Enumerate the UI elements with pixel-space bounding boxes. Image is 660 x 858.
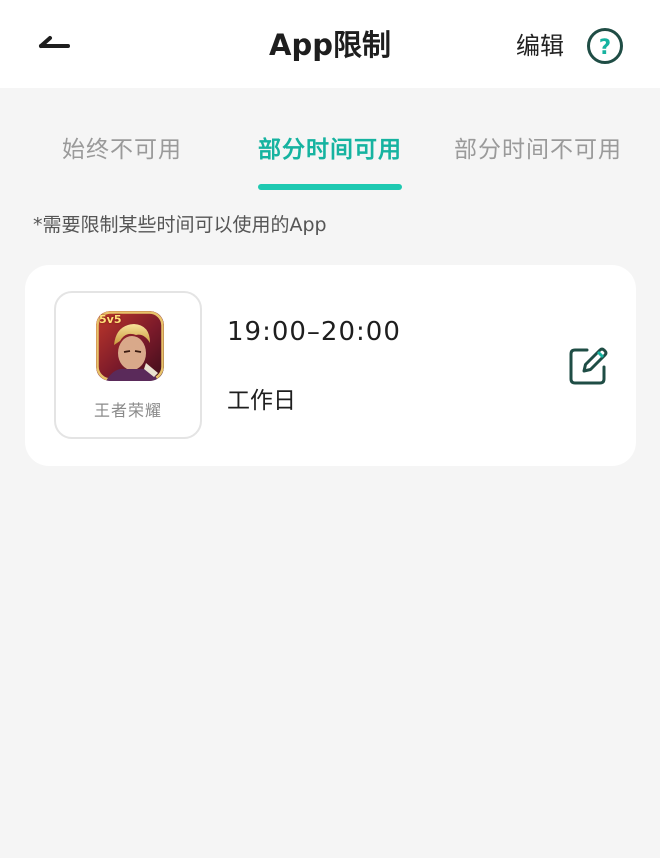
day-type: 工作日 <box>227 388 296 414</box>
app-tile[interactable]: 5v5 王者荣耀 <box>54 291 202 439</box>
app-name: 王者荣耀 <box>93 401 162 420</box>
tab-bar: 始终不可用 部分时间可用 部分时间不可用 <box>0 118 660 198</box>
back-button[interactable] <box>30 26 78 66</box>
hint-note: *需要限制某些时间可以使用的App <box>33 214 327 236</box>
help-button[interactable]: ? <box>586 27 624 65</box>
app-icon-badge: 5v5 <box>99 313 122 326</box>
edit-icon <box>569 347 608 385</box>
help-icon: ? <box>587 28 623 64</box>
tab-partially-available[interactable]: 部分时间可用 <box>220 118 440 182</box>
svg-text:?: ? <box>599 35 611 59</box>
tab-partially-unavailable[interactable]: 部分时间不可用 <box>428 118 648 182</box>
tab-always-unavailable[interactable]: 始终不可用 <box>12 118 232 182</box>
header-bar: App限制 编辑 ? <box>0 0 660 88</box>
edit-button[interactable]: 编辑 <box>516 24 564 68</box>
time-range: 19:00–20:00 <box>227 317 401 347</box>
rule-card: 5v5 王者荣耀 19:00–20:00 工作日 <box>25 265 636 466</box>
edit-rule-button[interactable] <box>567 345 609 387</box>
game-app-icon: 5v5 <box>96 311 164 381</box>
active-tab-indicator <box>258 184 402 190</box>
back-arrow-icon <box>39 36 70 48</box>
